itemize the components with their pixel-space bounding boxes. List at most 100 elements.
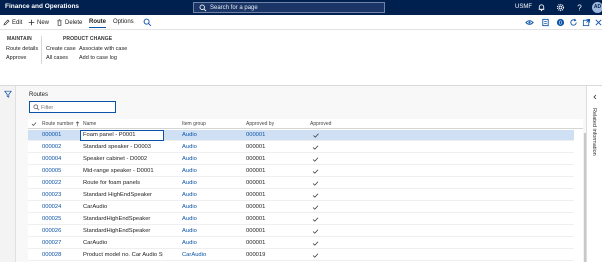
bell-icon[interactable] [537, 3, 546, 12]
top-navigation-bar: Finance and Operations Search for a page… [0, 0, 602, 15]
filter-box[interactable] [29, 101, 116, 113]
column-header-name[interactable]: Name [83, 121, 96, 127]
filter-input[interactable] [41, 103, 113, 112]
tab-route[interactable]: Route [89, 19, 106, 28]
route-number-link[interactable]: 000022 [42, 180, 82, 186]
item-group-link[interactable]: Audio [182, 180, 232, 186]
route-number-link[interactable]: 000023 [42, 192, 82, 198]
create-case-button[interactable]: Create case [46, 46, 76, 52]
company-picker[interactable]: USMF [515, 4, 532, 10]
route-name: Route for foam panels [83, 180, 141, 186]
approved-by: 000001 [246, 156, 266, 162]
edit-button[interactable]: Edit [3, 19, 22, 26]
checkmark-icon [312, 205, 319, 210]
route-name: CarAudio [83, 240, 108, 246]
item-group-link[interactable]: Audio [182, 216, 232, 222]
trash-icon [57, 19, 62, 26]
item-group-link[interactable]: Audio [182, 156, 232, 162]
table-row[interactable]: 000028 Product model no. Car Audio Sy...… [28, 250, 574, 261]
ribbon-panel: MAINTAIN Route details Approve PRODUCT C… [0, 30, 602, 86]
item-group-link[interactable]: Audio [182, 228, 232, 234]
route-name: CarAudio [83, 204, 108, 210]
edit-label: Edit [12, 19, 23, 26]
approved-by[interactable]: 000001 [246, 132, 296, 138]
table-row[interactable]: 000022 Route for foam panels Audio 00000… [28, 178, 574, 189]
help-icon[interactable]: ? [575, 3, 584, 12]
route-number-link[interactable]: 000005 [42, 168, 82, 174]
open-new-window-icon[interactable] [582, 18, 591, 27]
table-row[interactable]: 000025 StandardHighEndSpeaker Audio 0000… [28, 214, 574, 225]
approved-by: 000001 [246, 144, 266, 150]
action-pane: Edit New Delete Route Options 0 [0, 15, 602, 30]
new-button[interactable]: New [28, 19, 49, 26]
route-name: Product model no. Car Audio Sy... [83, 252, 163, 258]
route-details-button[interactable]: Route details [6, 46, 38, 52]
approve-button[interactable]: Approve [6, 55, 27, 61]
route-number-link[interactable]: 000001 [42, 132, 82, 138]
table-row[interactable]: 000024 CarAudio Audio 000001 [28, 202, 574, 213]
route-number-link[interactable]: 000027 [42, 240, 82, 246]
column-header-route-number[interactable]: Route number [42, 121, 74, 127]
related-information-pane[interactable]: Related information [586, 86, 602, 262]
table-row[interactable]: 000023 Standard HighEndSpeaker Audio 000… [28, 190, 574, 201]
route-number-link[interactable]: 000002 [42, 144, 82, 150]
item-group-link[interactable]: Audio [182, 240, 232, 246]
search-placeholder: Search for a page [210, 4, 258, 11]
add-to-case-log-button[interactable]: Add to case log [79, 55, 117, 61]
checkmark-icon [312, 145, 319, 150]
checkmark-icon [312, 193, 319, 198]
chevron-left-icon[interactable] [592, 94, 598, 100]
all-cases-button[interactable]: All cases [46, 55, 68, 61]
attachment-icon[interactable]: 0 [556, 18, 565, 27]
refresh-icon[interactable] [569, 18, 578, 27]
item-group-link[interactable]: Audio [182, 132, 232, 138]
approved-by: 000001 [246, 192, 266, 198]
table-row[interactable]: 000027 CarAudio Audio 000001 [28, 238, 574, 249]
item-group-link[interactable]: Audio [182, 192, 232, 198]
avatar[interactable]: AD [592, 2, 602, 13]
app-title[interactable]: Finance and Operations [5, 3, 79, 10]
gear-icon[interactable] [556, 3, 565, 12]
delete-button[interactable]: Delete [56, 19, 82, 26]
approved-by: 000001 [246, 228, 266, 234]
table-row[interactable]: 000005 Mid-range speaker - D0001 Audio 0… [28, 166, 574, 177]
item-group-link[interactable]: Audio [182, 204, 232, 210]
tab-route-label: Route [89, 19, 106, 28]
sort-ascending-icon[interactable] [75, 121, 80, 127]
associate-with-case-button[interactable]: Associate with case [79, 46, 127, 52]
select-all-checkmark-icon[interactable] [31, 121, 37, 127]
item-group-link[interactable]: Audio [182, 168, 232, 174]
grid-header: Route number Name Item group Approved by… [28, 119, 592, 129]
checkmark-icon [312, 253, 319, 258]
close-icon[interactable] [594, 18, 602, 27]
route-number-link[interactable]: 000025 [42, 216, 82, 222]
link-icon[interactable] [525, 18, 534, 27]
global-search-box[interactable]: Search for a page [193, 2, 385, 13]
delete-label: Delete [65, 19, 83, 26]
table-row[interactable]: 000004 Speaker cabinet - D0002 Audio 000… [28, 154, 574, 165]
table-row[interactable]: 000026 StandardHighEndSpeaker Audio 0000… [28, 226, 574, 237]
group-title-product-change: PRODUCT CHANGE [63, 36, 113, 42]
office-icon[interactable] [541, 18, 550, 27]
route-name: StandardHighEndSpeaker [83, 228, 151, 234]
route-number-link[interactable]: 000024 [42, 204, 82, 210]
checkmark-icon [312, 217, 319, 222]
column-header-approved[interactable]: Approved [310, 121, 331, 127]
route-name[interactable]: Foam panel - P0001 [80, 130, 164, 141]
search-icon[interactable] [143, 18, 152, 27]
funnel-icon[interactable] [4, 90, 12, 98]
item-group-link[interactable]: CarAudio [182, 252, 232, 258]
route-number-link[interactable]: 000028 [42, 252, 82, 258]
item-group-link[interactable]: Audio [182, 144, 232, 150]
table-row[interactable]: 000002 Standard speaker - D0003 Audio 00… [28, 142, 574, 153]
column-header-approved-by[interactable]: Approved by [246, 121, 274, 127]
page-title: Routes [29, 92, 49, 98]
checkmark-icon [312, 229, 319, 234]
route-number-link[interactable]: 000026 [42, 228, 82, 234]
tab-options[interactable]: Options [113, 19, 134, 25]
column-header-item-group[interactable]: Item group [182, 121, 206, 127]
table-row[interactable]: 000001 Foam panel - P0001 Audio 000001 [28, 130, 574, 141]
approved-by: 000001 [246, 180, 266, 186]
tab-options-label: Options [113, 19, 134, 25]
route-number-link[interactable]: 000004 [42, 156, 82, 162]
